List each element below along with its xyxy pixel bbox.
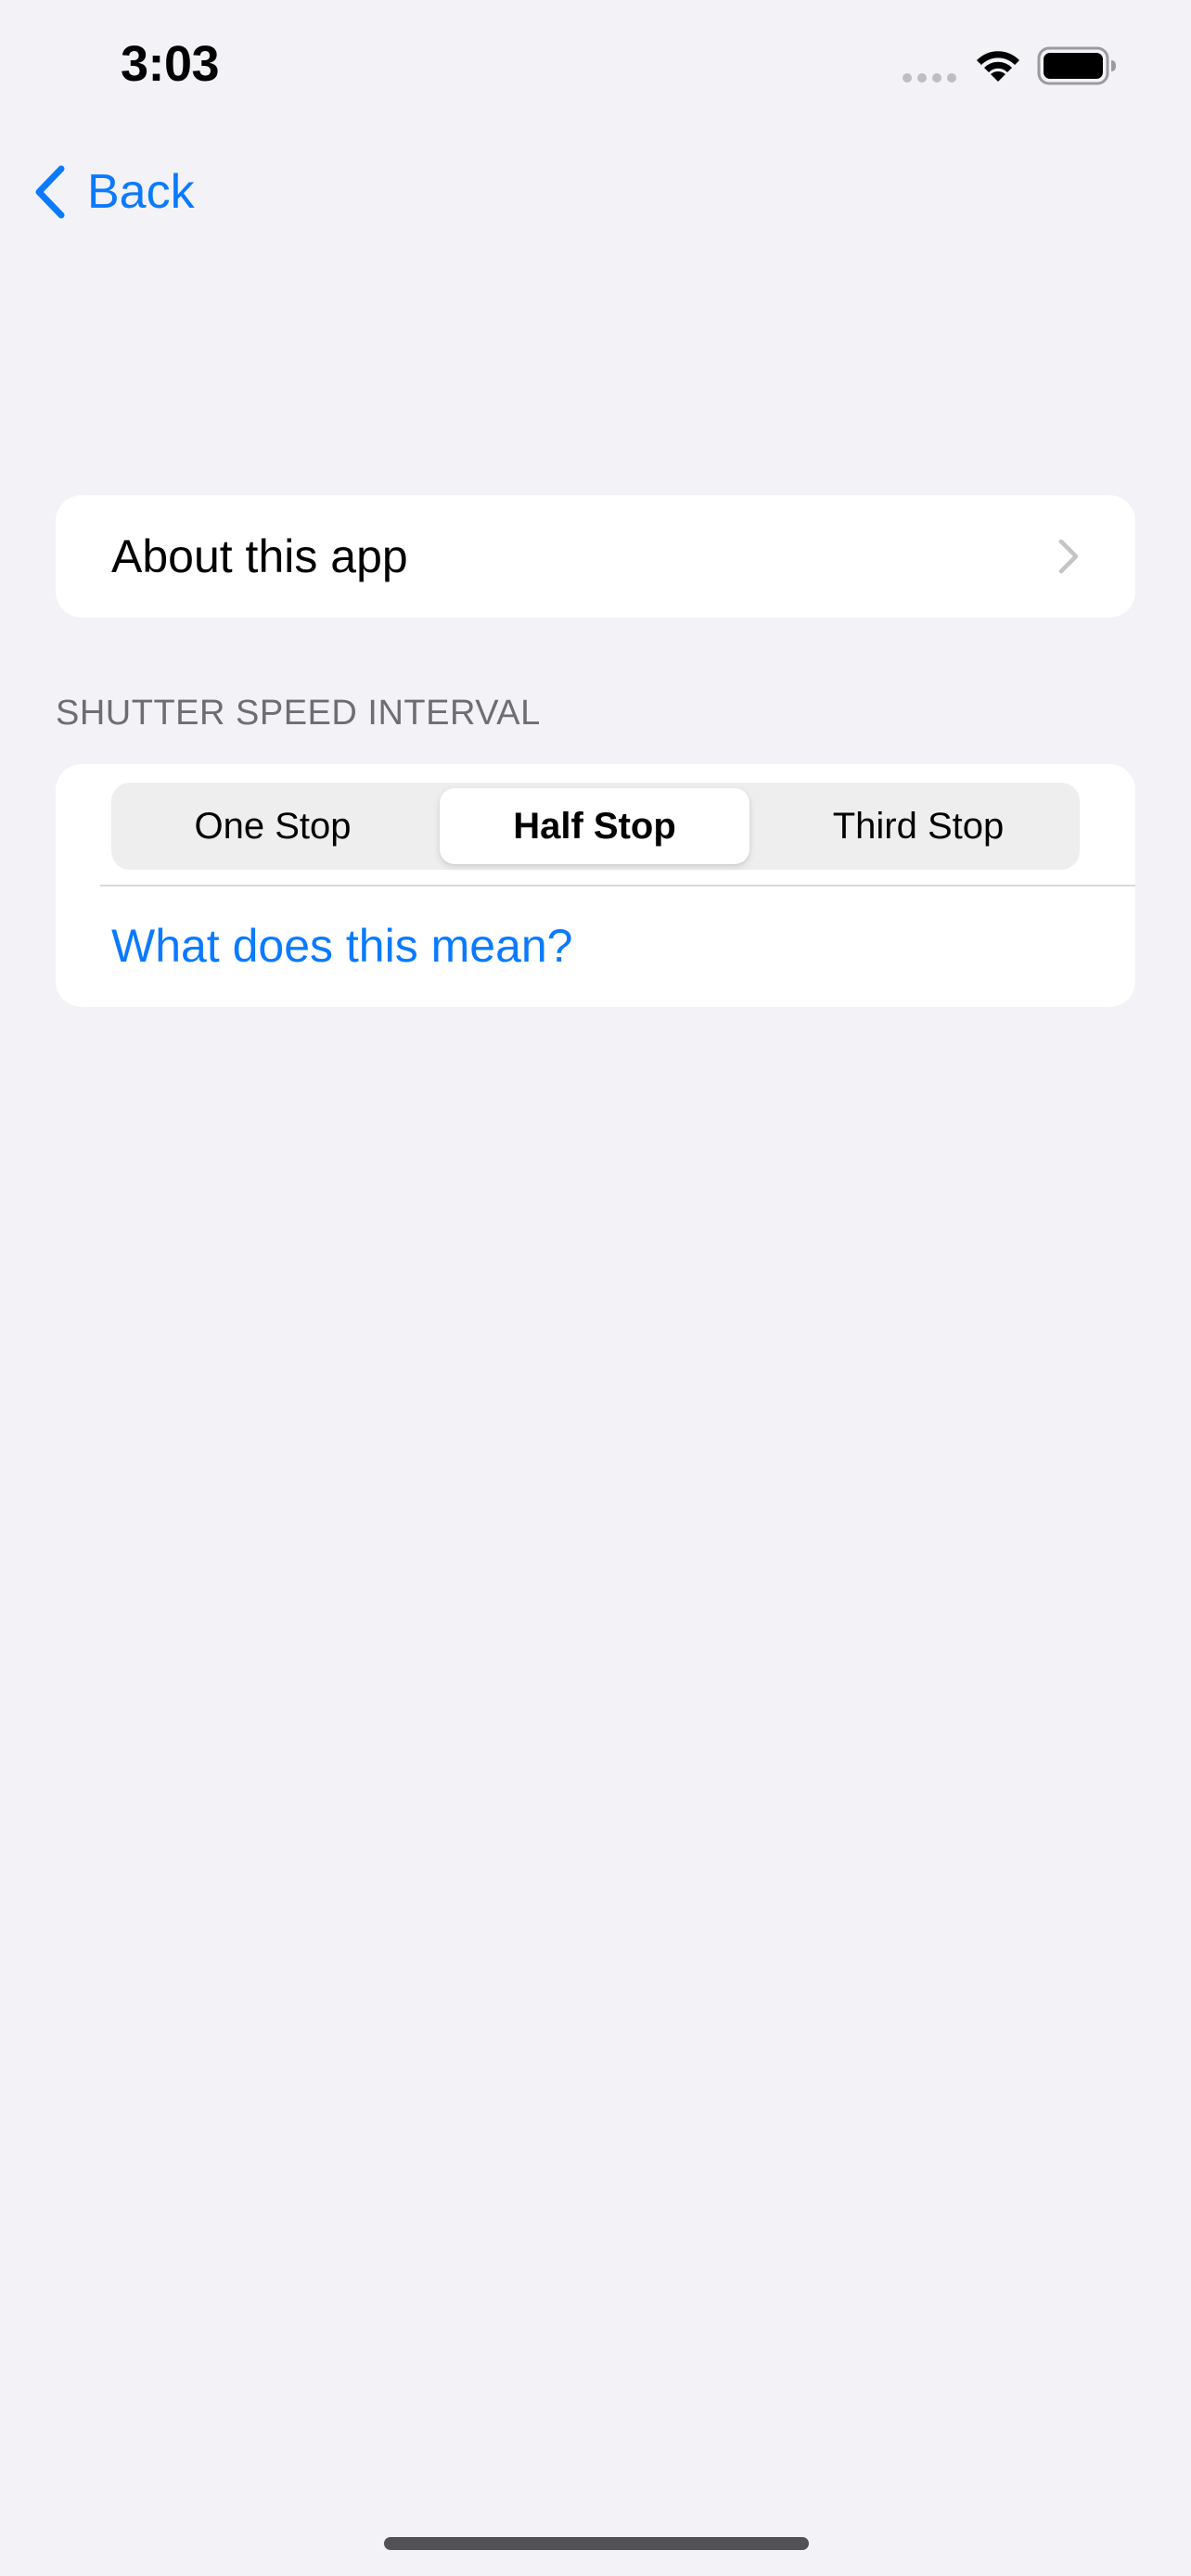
chevron-right-icon	[1058, 539, 1079, 574]
what-does-this-mean-link[interactable]: What does this mean?	[111, 886, 573, 1005]
shutter-speed-segmented-control: One Stop Half Stop Third Stop	[111, 783, 1080, 870]
back-button[interactable]: Back	[32, 159, 195, 224]
shutter-speed-section-header: SHUTTER SPEED INTERVAL	[56, 694, 541, 733]
back-label: Back	[87, 165, 195, 219]
battery-icon	[1037, 46, 1116, 85]
wifi-icon	[977, 51, 1019, 82]
segment-third-stop[interactable]: Third Stop	[757, 783, 1080, 870]
segment-half-stop[interactable]: Half Stop	[440, 788, 749, 864]
about-app-row[interactable]: About this app	[56, 495, 1135, 618]
status-time: 3:03	[121, 36, 220, 92]
segment-one-stop[interactable]: One Stop	[111, 783, 434, 870]
home-indicator[interactable]	[384, 2537, 809, 2550]
signal-dots-icon	[903, 73, 956, 83]
chevron-left-icon	[35, 165, 65, 219]
shutter-speed-card: One Stop Half Stop Third Stop What does …	[56, 764, 1135, 1007]
about-app-label: About this app	[111, 530, 408, 582]
